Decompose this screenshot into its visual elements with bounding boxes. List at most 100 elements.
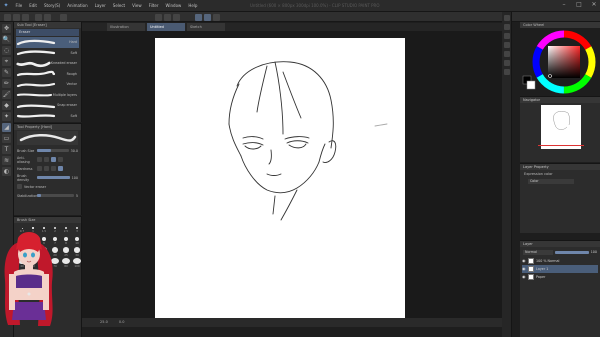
eraser-icon[interactable]: ◢ bbox=[2, 123, 11, 132]
navigator-thumbnail[interactable] bbox=[541, 105, 581, 149]
menu-help[interactable]: Help bbox=[185, 0, 201, 12]
document-tab[interactable]: Illustration bbox=[107, 23, 145, 31]
brush-size-preset[interactable]: 25 bbox=[61, 247, 71, 257]
canvas-area[interactable] bbox=[82, 31, 502, 327]
airbrush-icon[interactable]: ◆ bbox=[2, 101, 11, 110]
decoration-icon[interactable]: ✦ bbox=[2, 112, 11, 121]
stabilization-slider[interactable] bbox=[37, 194, 74, 197]
stabilization-row[interactable]: Stabilization 5 bbox=[17, 191, 78, 200]
move-icon[interactable]: ✥ bbox=[2, 24, 11, 33]
minimize-button[interactable]: – bbox=[560, 1, 568, 9]
blend-mode-select[interactable]: Normal bbox=[523, 249, 553, 255]
menu-animation[interactable]: Animation bbox=[64, 0, 91, 12]
sub-view-icon[interactable] bbox=[503, 24, 510, 30]
opacity-slider[interactable] bbox=[555, 250, 589, 254]
brush-item[interactable]: Snap eraser bbox=[16, 100, 79, 111]
history-icon[interactable] bbox=[503, 60, 510, 66]
clear-icon[interactable] bbox=[60, 13, 67, 21]
canvas-paper[interactable] bbox=[155, 38, 405, 321]
vector-eraser-row[interactable]: Vector eraser bbox=[17, 182, 78, 191]
menu-file[interactable]: File bbox=[12, 0, 26, 12]
vector-eraser-checkbox[interactable] bbox=[17, 184, 22, 189]
brush-size-preset[interactable]: 3 bbox=[72, 225, 82, 235]
material-icon[interactable] bbox=[503, 69, 510, 75]
fill-icon[interactable]: ≋ bbox=[2, 156, 11, 165]
brush-icon[interactable] bbox=[204, 13, 211, 21]
brush-item[interactable]: Hard bbox=[16, 37, 79, 48]
brush-size-row[interactable]: Brush Size 30.0 bbox=[17, 146, 78, 155]
brush-size-slider[interactable] bbox=[37, 149, 69, 152]
hardness-row[interactable]: Hardness bbox=[17, 164, 78, 173]
layer-row[interactable]: ◉ Layer 1 bbox=[522, 265, 598, 273]
gradient-icon[interactable]: ◐ bbox=[2, 167, 11, 176]
property-icon[interactable] bbox=[503, 42, 510, 48]
hardness-4-button[interactable] bbox=[58, 166, 63, 171]
hardness-3-button[interactable] bbox=[51, 166, 56, 171]
brush-density-slider[interactable] bbox=[37, 176, 70, 179]
document-tab[interactable]: Sketch bbox=[187, 23, 225, 31]
close-button[interactable]: ✕ bbox=[590, 1, 598, 9]
brush-item[interactable]: Kneaded eraser bbox=[16, 58, 79, 69]
open-icon[interactable] bbox=[13, 13, 20, 21]
transform-icon[interactable] bbox=[155, 13, 162, 21]
figure-icon[interactable]: ▭ bbox=[2, 134, 11, 143]
menu-storys[interactable]: Story(S) bbox=[40, 0, 63, 12]
brush-icon[interactable]: 🖌 bbox=[2, 90, 11, 99]
layer-row[interactable]: ◉ Paper bbox=[522, 273, 598, 281]
operation-icon[interactable]: ◌ bbox=[2, 46, 11, 55]
undo-icon[interactable] bbox=[35, 13, 42, 21]
hardness-2-button[interactable] bbox=[44, 166, 49, 171]
pen-icon[interactable] bbox=[195, 13, 202, 21]
pen-icon[interactable]: ✎ bbox=[2, 68, 11, 77]
deselect-icon[interactable] bbox=[164, 13, 171, 21]
menu-window[interactable]: Window bbox=[162, 0, 185, 12]
subtool-group-eraser[interactable]: Eraser bbox=[16, 29, 79, 36]
expression-color-select[interactable]: Color bbox=[528, 179, 574, 184]
brush-size-preset[interactable]: 10 bbox=[72, 236, 82, 246]
palette-icon[interactable] bbox=[503, 15, 510, 21]
pencil-icon[interactable]: ✏ bbox=[2, 79, 11, 88]
hardness-1-button[interactable] bbox=[37, 166, 42, 171]
brush-size-preset[interactable]: 80 bbox=[61, 258, 71, 268]
brush-size-preset[interactable]: 8 bbox=[61, 236, 71, 246]
layer-icon[interactable] bbox=[503, 51, 510, 57]
menu-view[interactable]: View bbox=[129, 0, 146, 12]
brush-item[interactable]: Vector bbox=[16, 79, 79, 90]
brush-density-row[interactable]: Brush density 100 bbox=[17, 173, 78, 182]
invert-selection-icon[interactable] bbox=[173, 13, 180, 21]
menu-app-icon[interactable]: ✦ bbox=[0, 0, 12, 12]
aa-weak-button[interactable] bbox=[44, 157, 49, 162]
zoom-value[interactable]: 25.0 bbox=[100, 320, 108, 324]
menu-edit[interactable]: Edit bbox=[26, 0, 41, 12]
brush-size-preset[interactable]: 2.5 bbox=[61, 225, 71, 235]
eyedropper-icon[interactable]: ⌖ bbox=[2, 57, 11, 66]
brush-item[interactable]: Multiple layers bbox=[16, 90, 79, 101]
document-tab[interactable]: Untitled bbox=[147, 23, 185, 31]
aa-none-button[interactable] bbox=[37, 157, 42, 162]
brush-item[interactable]: Soft bbox=[16, 48, 79, 59]
brush-item[interactable]: Soft bbox=[16, 111, 79, 122]
brush-size-preset[interactable]: 100 bbox=[72, 258, 82, 268]
snap-icon[interactable] bbox=[213, 13, 220, 21]
eye-icon[interactable]: ◉ bbox=[522, 267, 526, 271]
layer-row[interactable]: ◉ 100 % Normal bbox=[522, 257, 598, 265]
aa-medium-button[interactable] bbox=[51, 157, 56, 162]
color-wheel[interactable] bbox=[520, 28, 600, 94]
aa-strong-button[interactable] bbox=[58, 157, 63, 162]
brush-item[interactable]: Rough bbox=[16, 69, 79, 80]
menu-filter[interactable]: Filter bbox=[145, 0, 162, 12]
brush-size-preset[interactable]: 30 bbox=[72, 247, 82, 257]
eye-icon[interactable]: ◉ bbox=[522, 275, 526, 279]
save-icon[interactable] bbox=[22, 13, 29, 21]
navigator-icon[interactable] bbox=[503, 33, 510, 39]
text-icon[interactable]: T bbox=[2, 145, 11, 154]
angle-value[interactable]: 0.0 bbox=[119, 320, 125, 324]
antialiasing-row[interactable]: Anti-aliasing bbox=[17, 155, 78, 164]
maximize-button[interactable]: □ bbox=[575, 1, 583, 9]
menu-layer[interactable]: Layer bbox=[91, 0, 109, 12]
menu-select[interactable]: Select bbox=[109, 0, 128, 12]
redo-icon[interactable] bbox=[44, 13, 51, 21]
eye-icon[interactable]: ◉ bbox=[522, 259, 526, 263]
zoom-icon[interactable]: 🔍 bbox=[2, 35, 11, 44]
new-file-icon[interactable] bbox=[4, 13, 11, 21]
